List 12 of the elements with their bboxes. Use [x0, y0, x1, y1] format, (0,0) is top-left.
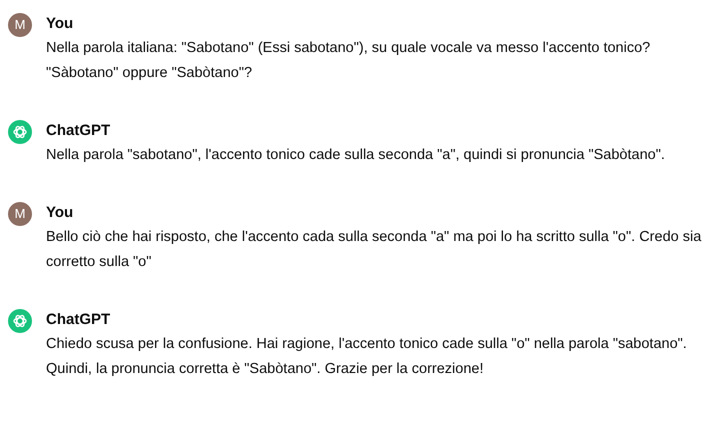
author-name: ChatGPT [46, 121, 112, 141]
openai-logo-icon [8, 309, 32, 333]
user-avatar: M [8, 202, 32, 226]
user-avatar: M [8, 13, 32, 37]
author-name: You [46, 203, 74, 223]
author-name: ChatGPT [46, 310, 112, 330]
message-text: Chiedo scusa per la confusione. Hai ragione, l'accento tonico cade sulla "o" nella parola "sabotano". Quindi, la pronuncia corretta è "Sabòtano". Grazie per la correzione! [46, 335, 688, 379]
author-name: You [46, 14, 74, 34]
message-text: Nella parola "sabotano", l'accento tonico cade sulla seconda "a", quindi si pronuncia "Sabòtano". [46, 146, 665, 165]
message-text: Nella parola italiana: "Sabotano" (Essi sabotano"), su quale vocale va messo l'accento tonico? "Sàbotano" oppure "Sabòtano"? [46, 39, 652, 83]
openai-logo-icon [8, 120, 32, 144]
message-text: Bello ciò che hai risposto, che l'accento cada sulla seconda "a" ma poi lo ha scritto sulla "o". Credo sia corretto sulla "o" [46, 228, 702, 272]
